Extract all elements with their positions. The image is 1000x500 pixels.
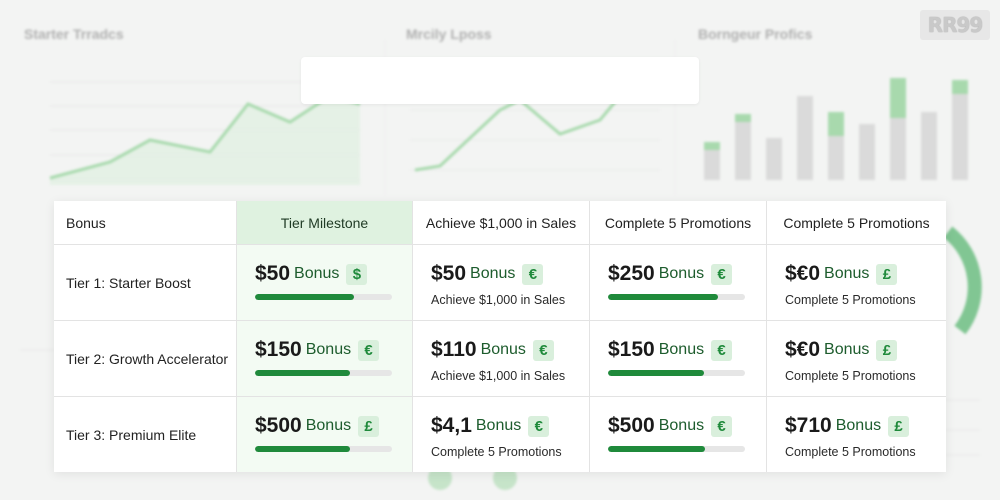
bonus-word: Bonus [305,417,352,434]
progress-bar [255,370,392,376]
progress-bar [255,446,392,452]
column-header-bonus: Bonus [54,201,237,245]
tier-cell: $€0 Bonus £ Complete 5 Promotions [767,245,946,321]
bonus-word: Bonus [480,341,526,358]
tier-cell: $4,1 Bonus € Complete 5 Promotions [413,397,590,472]
euro-currency-icon: € [711,339,733,361]
brand-logo: RR99 [920,10,990,40]
euro-currency-icon: € [711,263,733,285]
milestone-subtext: Achieve $1,000 in Sales [431,293,566,307]
tier-cell: $500 Bonus € [590,397,767,472]
progress-fill [255,370,350,376]
bonus-word: Bonus [658,417,705,434]
bonus-amount: $500 [255,414,302,437]
tier-cell: $€0 Bonus £ Complete 5 Promotions [767,321,946,397]
bonus-word: Bonus [824,341,870,358]
column-header-tier-milestone: Tier Milestone [237,201,413,245]
tier-cell: $710 Bonus £ Complete 5 Promotions [767,397,946,472]
bonus-word: Bonus [658,265,705,282]
column-header-sales: Achieve $1,000 in Sales [413,201,590,245]
column-header-promotions: Complete 5 Promotions [590,201,767,245]
bonus-word: Bonus [835,417,882,434]
tier-cell: $110 Bonus € Achieve $1,000 in Sales [413,321,590,397]
progress-fill [608,370,704,376]
bonus-amount: $4,1 [431,414,472,437]
column-header-promotions: Complete 5 Promotions [767,201,946,245]
milestone-subtext: Complete 5 Promotions [431,445,562,459]
tier-cell: $50 Bonus € Achieve $1,000 in Sales [413,245,590,321]
bonus-amount: $110 [431,338,477,361]
euro-currency-icon: € [522,263,544,285]
bonus-amount: $150 [255,338,302,361]
pound-currency-icon: £ [888,415,910,437]
bonus-tier-table: Bonus Tier Milestone Achieve $1,000 in S… [54,201,946,472]
bonus-word: Bonus [658,341,705,358]
bonus-amount: $250 [608,262,655,285]
bonus-word: Bonus [294,265,340,282]
blank-overlay-bar [301,57,699,104]
bonus-amount: $50 [255,262,291,285]
bonus-word: Bonus [475,417,522,434]
tier-cell: $150 Bonus € [590,321,767,397]
tier-row-label: Tier 3: Premium Elite [54,397,237,472]
bonus-word: Bonus [305,341,352,358]
progress-fill [255,446,350,452]
pound-currency-icon: £ [876,263,898,285]
progress-bar [255,294,392,300]
bonus-word: Bonus [470,265,516,282]
milestone-subtext: Complete 5 Promotions [785,369,916,383]
euro-currency-icon: € [711,415,733,437]
tier-cell: $150 Bonus € [237,321,413,397]
tier-cell: $250 Bonus € [590,245,767,321]
bonus-amount: $150 [608,338,655,361]
bonus-amount: $50 [431,262,467,285]
progress-bar [608,446,745,452]
pound-currency-icon: £ [876,339,898,361]
euro-currency-icon: € [358,339,380,361]
bonus-amount: $€0 [785,262,821,285]
euro-currency-icon: € [532,339,554,361]
euro-currency-icon: € [528,415,550,437]
bonus-word: Bonus [824,265,870,282]
dollar-currency-icon: $ [346,263,368,285]
tier-row-label: Tier 2: Growth Accelerator [54,321,237,397]
bonus-amount: $710 [785,414,832,437]
milestone-subtext: Complete 5 Promotions [785,445,916,459]
progress-bar [608,370,745,376]
tier-cell: $50 Bonus $ [237,245,413,321]
tier-row-label: Tier 1: Starter Boost [54,245,237,321]
bonus-amount: $€0 [785,338,821,361]
bonus-amount: $500 [608,414,655,437]
progress-fill [608,446,706,452]
milestone-subtext: Complete 5 Promotions [785,293,916,307]
progress-fill [255,294,354,300]
progress-bar [608,294,745,300]
screen: Starter Trradcs Mrcily Lposs Borngeur Pr… [0,0,1000,500]
progress-fill [608,294,718,300]
pound-currency-icon: £ [358,415,380,437]
tier-cell: $500 Bonus £ [237,397,413,472]
milestone-subtext: Achieve $1,000 in Sales [431,369,566,383]
